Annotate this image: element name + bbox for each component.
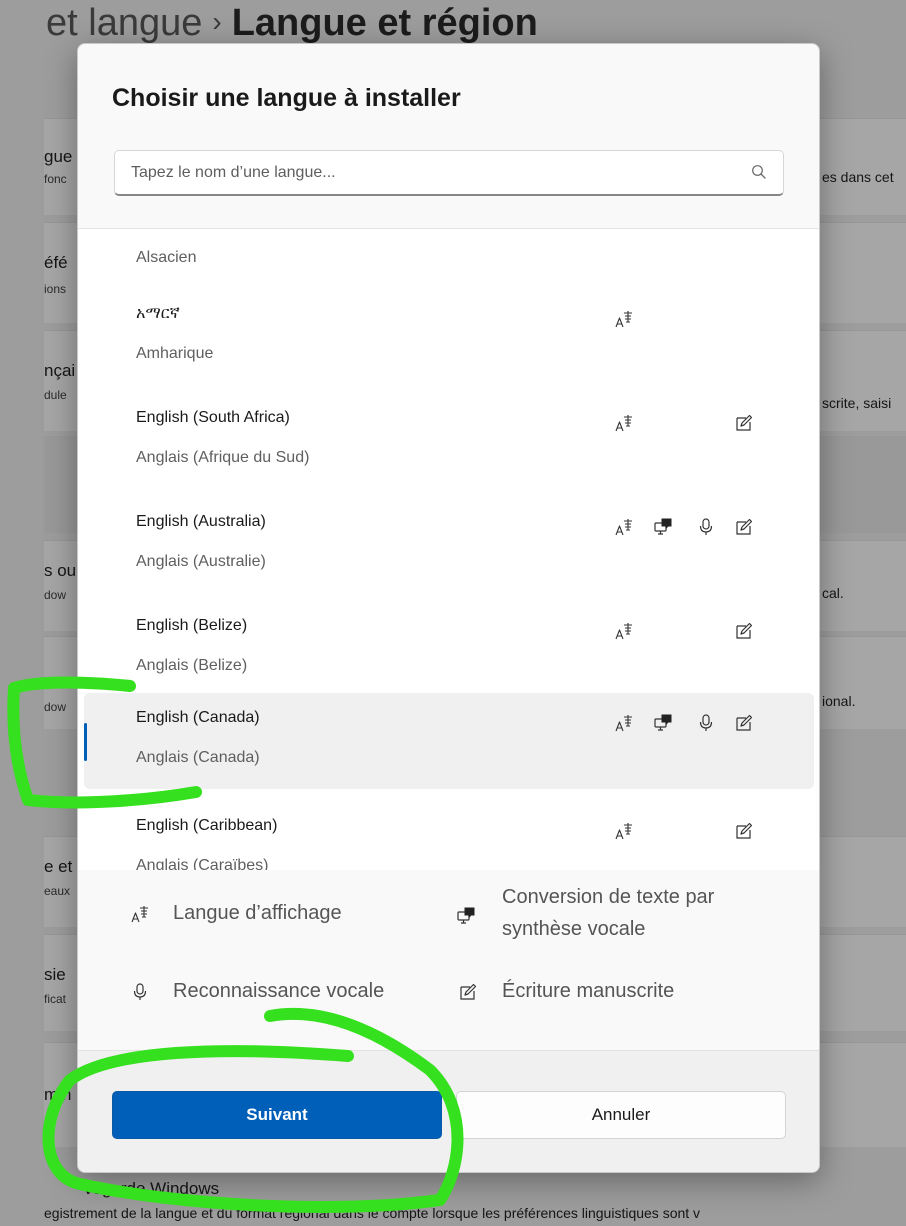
language-native-name: English (South Africa) <box>136 409 290 426</box>
language-search-input[interactable] <box>129 151 733 195</box>
speech-recognition-icon <box>696 713 716 733</box>
search-icon[interactable] <box>751 164 767 180</box>
bg-fragment: eaux <box>44 884 71 898</box>
language-native-name: English (Caribbean) <box>136 817 278 834</box>
language-native-name: አማርኛ <box>136 305 180 322</box>
legend-text-to-speech-line1: Conversion de texte par <box>502 886 715 908</box>
bg-fragment: scrite, saisi <box>822 395 892 411</box>
display-language-icon <box>614 413 634 433</box>
speech-recognition-icon <box>130 982 150 1002</box>
bg-fragment: sie <box>44 965 66 984</box>
bg-section-description: egistrement de la langue et du format ré… <box>44 1205 701 1221</box>
language-native-name: English (Australia) <box>136 513 266 530</box>
language-local-name: Anglais (Australie) <box>136 553 266 570</box>
bg-section-title: vegarde Windows <box>84 1179 220 1198</box>
language-item-amharique[interactable]: አማርኛ Amharique <box>84 289 814 385</box>
legend-handwriting: Écriture manuscrite <box>502 980 675 1002</box>
text-to-speech-icon <box>653 517 673 537</box>
language-item-english-south-africa[interactable]: English (South Africa) Anglais (Afrique … <box>84 393 814 489</box>
breadcrumb-parent[interactable]: et langue <box>46 2 202 44</box>
feature-legend: Langue d’affichage Conversion de texte p… <box>78 870 819 1050</box>
legend-speech-recognition: Reconnaissance vocale <box>173 980 385 1002</box>
dialog-title: Choisir une langue à installer <box>112 84 461 112</box>
bg-fragment: mat <box>44 673 73 692</box>
display-language-icon <box>130 904 150 924</box>
bg-fragment: es dans cet <box>822 169 894 185</box>
language-native-name: English (Canada) <box>136 709 260 726</box>
handwriting-icon <box>734 413 754 433</box>
language-search-box[interactable] <box>114 150 784 196</box>
bg-fragment: s ou <box>44 561 77 580</box>
bg-fragment: gue <box>44 147 73 166</box>
display-language-icon <box>614 821 634 841</box>
language-item-english-belize[interactable]: English (Belize) Anglais (Belize) <box>84 601 814 697</box>
breadcrumb-current: Langue et région <box>231 2 538 44</box>
selection-indicator <box>84 723 87 761</box>
language-local-name: Anglais (Belize) <box>136 657 248 674</box>
handwriting-icon <box>734 517 754 537</box>
bg-fragment: cal. <box>822 585 844 601</box>
dialog-footer: Suivant Annuler <box>78 1050 819 1172</box>
display-language-icon <box>614 517 634 537</box>
breadcrumb-separator: › <box>212 6 222 37</box>
language-list[interactable]: Alsacien አማርኛ Amharique English (South A… <box>78 228 819 872</box>
bg-fragment: ficat <box>44 992 67 1006</box>
handwriting-icon <box>734 621 754 641</box>
display-language-icon <box>614 713 634 733</box>
display-language-icon <box>614 309 634 329</box>
language-local-name: Amharique <box>136 345 214 362</box>
bg-fragment: e et <box>44 857 73 876</box>
bg-fragment: ions <box>44 282 67 296</box>
bg-fragment: dow <box>44 588 67 602</box>
language-local-name: Anglais (Canada) <box>136 749 260 766</box>
handwriting-icon <box>734 713 754 733</box>
bg-fragment: fonc <box>44 172 67 186</box>
speech-recognition-icon <box>696 517 716 537</box>
language-local-name: Anglais (Afrique du Sud) <box>136 449 310 466</box>
bg-fragment: ional. <box>822 693 856 709</box>
language-item-alsacien[interactable]: Alsacien <box>84 229 814 289</box>
bg-fragment: dule <box>44 388 67 402</box>
page-breadcrumb: et langue › Langue et région <box>46 0 538 47</box>
language-local-name: Alsacien <box>136 249 197 266</box>
cancel-button[interactable]: Annuler <box>456 1091 786 1139</box>
next-button[interactable]: Suivant <box>112 1091 442 1139</box>
language-item-english-canada[interactable]: English (Canada) Anglais (Canada) <box>84 693 814 789</box>
language-item-english-caribbean[interactable]: English (Caribbean) Anglais (Caraïbes) <box>84 801 814 871</box>
bg-fragment: éfé <box>44 253 68 272</box>
display-language-icon <box>614 621 634 641</box>
legend-text-to-speech-line2: synthèse vocale <box>502 918 646 940</box>
handwriting-icon <box>734 821 754 841</box>
bg-fragment: onn <box>44 794 72 811</box>
legend-display-language: Langue d’affichage <box>173 902 342 924</box>
language-item-english-australia[interactable]: English (Australia) Anglais (Australie) <box>84 497 814 593</box>
bg-fragment: dow <box>44 700 67 714</box>
language-native-name: English (Belize) <box>136 617 248 634</box>
text-to-speech-icon <box>456 906 476 926</box>
bg-fragment: nçai <box>44 361 76 380</box>
text-to-speech-icon <box>653 713 673 733</box>
install-language-dialog: Choisir une langue à installer Alsacien … <box>77 43 820 1173</box>
bg-fragment: min <box>44 1085 72 1104</box>
handwriting-icon <box>458 982 478 1002</box>
